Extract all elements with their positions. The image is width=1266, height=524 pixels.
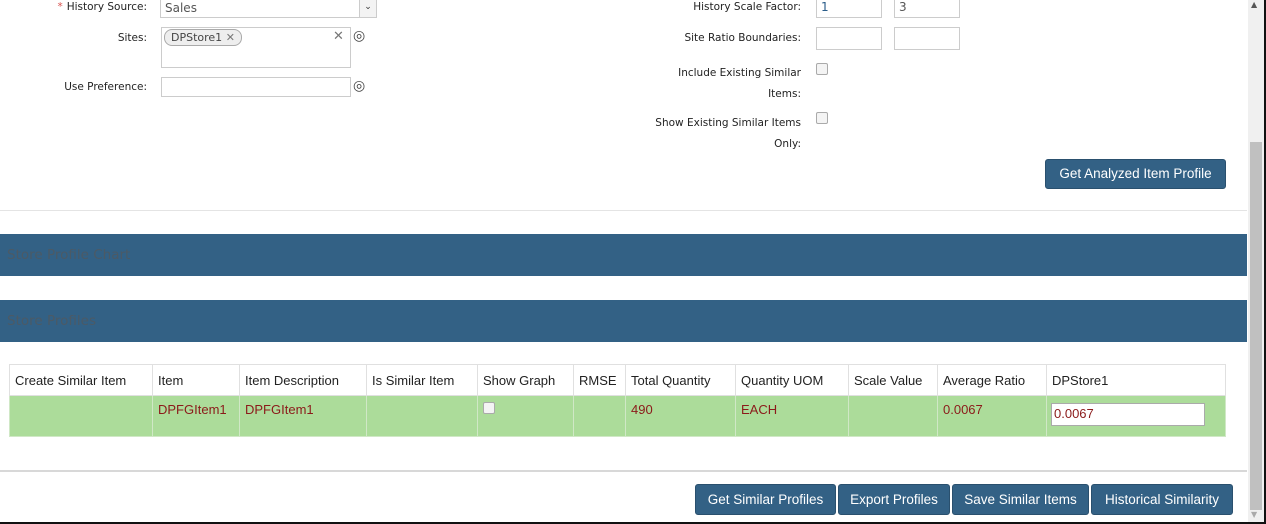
chevron-down-icon[interactable]: ⌄	[359, 0, 377, 18]
lookup-icon[interactable]: ◎	[353, 78, 365, 94]
site-chip: DPStore1 ✕	[164, 29, 242, 46]
history-source-label: * History Source:	[57, 1, 147, 13]
site-ratio-boundaries-label: Site Ratio Boundaries:	[684, 32, 801, 44]
col-header: Item Description	[239, 364, 367, 396]
store-profiles-header[interactable]: Store Profiles	[0, 300, 1247, 342]
col-header: RMSE	[573, 364, 626, 396]
get-similar-profiles-button[interactable]: Get Similar Profiles	[695, 484, 836, 515]
historical-similarity-button[interactable]: Historical Similarity	[1091, 484, 1233, 515]
col-header: Is Similar Item	[366, 364, 478, 396]
col-header: Quantity UOM	[735, 364, 849, 396]
divider	[0, 210, 1247, 211]
store-profiles-table: Create Similar Item Item Item Descriptio…	[9, 364, 1226, 437]
lookup-icon[interactable]: ◎	[353, 28, 365, 44]
uom-cell: EACH	[735, 395, 849, 437]
scroll-down-icon[interactable]: ▼	[1251, 510, 1257, 519]
include-existing-checkbox[interactable]	[816, 63, 828, 75]
include-existing-label: Include Existing Similar Items:	[678, 67, 801, 100]
ratio-max-input[interactable]	[894, 27, 960, 50]
col-header: Average Ratio	[937, 364, 1047, 396]
is-similar-cell	[366, 395, 478, 437]
ratio-min-input[interactable]	[816, 27, 882, 50]
save-similar-items-button[interactable]: Save Similar Items	[952, 484, 1089, 515]
scale-value-cell	[848, 395, 938, 437]
sites-label: Sites:	[117, 32, 147, 44]
scale-factor-max-input[interactable]: 3	[894, 0, 960, 18]
export-profiles-button[interactable]: Export Profiles	[838, 484, 950, 515]
use-preference-input[interactable]	[161, 77, 351, 97]
col-header: Create Similar Item	[9, 364, 153, 396]
average-ratio-cell: 0.0067	[937, 395, 1047, 437]
get-analyzed-item-profile-button[interactable]: Get Analyzed Item Profile	[1045, 159, 1226, 189]
scroll-up-icon[interactable]: ▲	[1251, 0, 1257, 9]
remove-chip-icon[interactable]: ✕	[226, 31, 235, 44]
footer-divider	[0, 470, 1247, 472]
history-scale-factor-label: History Scale Factor:	[693, 1, 801, 13]
table-row: DPFGItem1 DPFGItem1 490 EACH 0.0067 0.00…	[9, 395, 1226, 437]
col-header: Total Quantity	[625, 364, 736, 396]
col-header: Scale Value	[848, 364, 938, 396]
item-description-cell: DPFGItem1	[239, 395, 367, 437]
show-existing-label: Show Existing Similar Items Only:	[655, 117, 801, 150]
rmse-cell	[573, 395, 626, 437]
create-similar-cell[interactable]	[9, 395, 153, 437]
show-existing-checkbox[interactable]	[816, 112, 828, 124]
history-source-select[interactable]: Sales	[160, 0, 360, 18]
col-header: Show Graph	[477, 364, 574, 396]
store-profile-chart-header[interactable]: Store Profile Chart	[0, 234, 1247, 276]
dpstore1-cell: 0.0067	[1046, 395, 1226, 437]
show-graph-checkbox[interactable]	[483, 401, 495, 414]
scale-factor-min-input[interactable]: 1	[816, 0, 882, 18]
use-preference-label: Use Preference:	[64, 81, 147, 93]
scrollbar-thumb[interactable]	[1250, 142, 1262, 510]
dpstore1-input[interactable]: 0.0067	[1051, 402, 1205, 426]
col-header: DPStore1	[1046, 364, 1226, 396]
item-cell: DPFGItem1	[152, 395, 240, 437]
show-graph-cell	[477, 395, 574, 437]
total-quantity-cell: 490	[625, 395, 736, 437]
col-header: Item	[152, 364, 240, 396]
clear-icon[interactable]: ✕	[333, 29, 344, 44]
